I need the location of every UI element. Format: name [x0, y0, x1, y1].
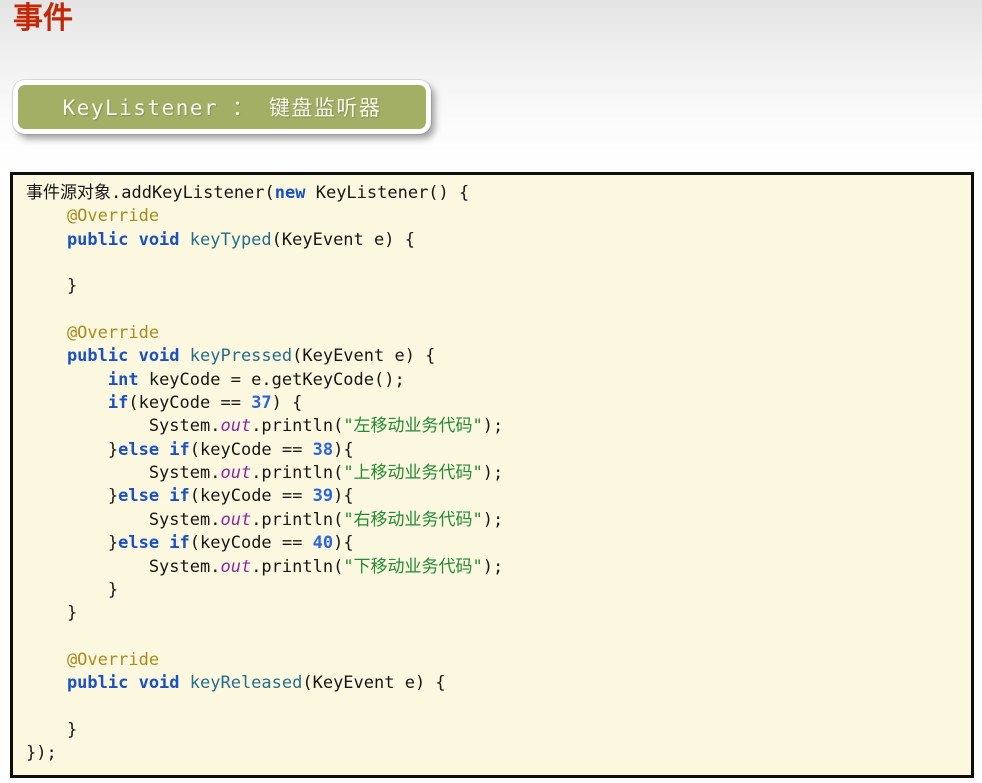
code-line: public void keyPressed(KeyEvent e) { — [26, 345, 965, 368]
code-token-plain: (keyCode == — [189, 533, 313, 554]
code-token-plain: .println( — [251, 463, 344, 484]
code-token-number: 40 — [312, 533, 334, 554]
code-token-plain: ){ — [333, 533, 354, 554]
code-token-plain: System. — [26, 416, 221, 437]
code-token-number: 38 — [312, 439, 334, 460]
code-token-plain: System. — [26, 463, 221, 484]
code-token-keyword: int — [26, 369, 139, 390]
code-token-string: "上移动业务代码" — [343, 463, 483, 484]
code-line: System.out.println("下移动业务代码"); — [26, 556, 965, 579]
code-token-keyword: public void — [26, 229, 190, 250]
code-token-plain: ); — [482, 416, 504, 437]
code-token-plain: ){ — [333, 439, 354, 460]
page-title: 事件 — [13, 1, 73, 36]
code-token-plain: } — [26, 486, 119, 507]
code-token-plain: .println( — [251, 509, 344, 530]
code-token-method: keyPressed — [189, 346, 293, 367]
code-line: } — [26, 602, 965, 625]
code-line: System.out.println("左移动业务代码"); — [26, 415, 965, 438]
code-token-plain: ) { — [271, 393, 303, 414]
code-token-field: out — [220, 416, 252, 437]
code-token-plain: } — [26, 579, 119, 600]
code-token-plain: (keyCode == — [189, 439, 313, 460]
code-line: }else if(keyCode == 38){ — [26, 439, 965, 462]
code-token-keyword: public void — [26, 673, 190, 694]
code-token-plain: } — [26, 276, 78, 297]
code-token-plain: (keyCode == — [189, 486, 313, 507]
code-line: }else if(keyCode == 39){ — [26, 485, 965, 508]
code-line: @Override — [26, 205, 965, 228]
code-token-keyword: else if — [118, 533, 190, 554]
code-token-plain: ){ — [333, 486, 354, 507]
code-token-annotation: @Override — [26, 206, 160, 227]
code-token-plain: KeyListener() { — [305, 183, 470, 203]
code-line: } — [26, 579, 965, 602]
code-token-string: "右移动业务代码" — [343, 509, 483, 530]
code-line: } — [26, 275, 965, 298]
code-token-plain: }); — [26, 743, 57, 764]
code-line: System.out.println("上移动业务代码"); — [26, 462, 965, 485]
code-line: 事件源对象.addKeyListener(new KeyListener() { — [26, 182, 965, 205]
code-token-field: out — [220, 463, 252, 484]
code-line: System.out.println("右移动业务代码"); — [26, 509, 965, 532]
code-token-field: out — [220, 556, 252, 577]
code-token-plain: (KeyEvent e) { — [271, 229, 415, 250]
code-token-plain: (keyCode == — [128, 393, 252, 414]
code-line: public void keyReleased(KeyEvent e) { — [26, 672, 965, 695]
code-token-keyword: else if — [118, 486, 190, 507]
code-token-plain: ); — [482, 509, 504, 530]
code-token-plain: ); — [482, 463, 504, 484]
code-line: public void keyTyped(KeyEvent e) { — [26, 229, 965, 252]
code-token-plain: } — [26, 533, 119, 554]
code-line: int keyCode = e.getKeyCode(); — [26, 369, 965, 392]
code-token-keyword: new — [274, 183, 306, 203]
code-token-annotation: @Override — [26, 323, 160, 344]
code-token-plain: } — [26, 719, 78, 740]
code-token-number: 39 — [312, 486, 334, 507]
code-token-method: keyReleased — [189, 673, 303, 694]
code-token-string: "左移动业务代码" — [343, 416, 483, 437]
code-token-plain: keyCode = e.getKeyCode(); — [138, 369, 405, 390]
code-line: @Override — [26, 649, 965, 672]
code-token-plain: ); — [482, 556, 504, 577]
code-token-method: keyTyped — [189, 229, 272, 250]
code-token-keyword: public void — [26, 346, 190, 367]
code-token-plain: } — [26, 603, 78, 624]
code-line: if(keyCode == 37) { — [26, 392, 965, 415]
code-token-keyword: else if — [118, 439, 190, 460]
code-block: 事件源对象.addKeyListener(new KeyListener() {… — [10, 172, 974, 778]
code-token-plain: (KeyEvent e) { — [292, 346, 436, 367]
code-token-plain: System. — [26, 556, 221, 577]
code-token-keyword: if — [26, 393, 129, 414]
code-line: @Override — [26, 322, 965, 345]
code-token-plain: .println( — [251, 556, 344, 577]
code-line: } — [26, 719, 965, 742]
code-token-plain: 事件源对象.addKeyListener( — [26, 183, 275, 203]
banner-label: KeyListener ： 键盘监听器 — [62, 96, 382, 120]
code-token-plain: .println( — [251, 416, 344, 437]
code-token-string: "下移动业务代码" — [343, 556, 483, 577]
code-token-plain: System. — [26, 509, 221, 530]
code-token-field: out — [220, 509, 252, 530]
code-token-number: 37 — [251, 393, 272, 414]
code-token-plain: (KeyEvent e) { — [302, 673, 446, 694]
code-line: }); — [26, 742, 965, 765]
code-token-plain: } — [26, 439, 119, 460]
code-line: }else if(keyCode == 40){ — [26, 532, 965, 555]
keylistener-banner: KeyListener ： 键盘监听器 — [13, 80, 431, 134]
code-token-annotation: @Override — [26, 649, 160, 670]
